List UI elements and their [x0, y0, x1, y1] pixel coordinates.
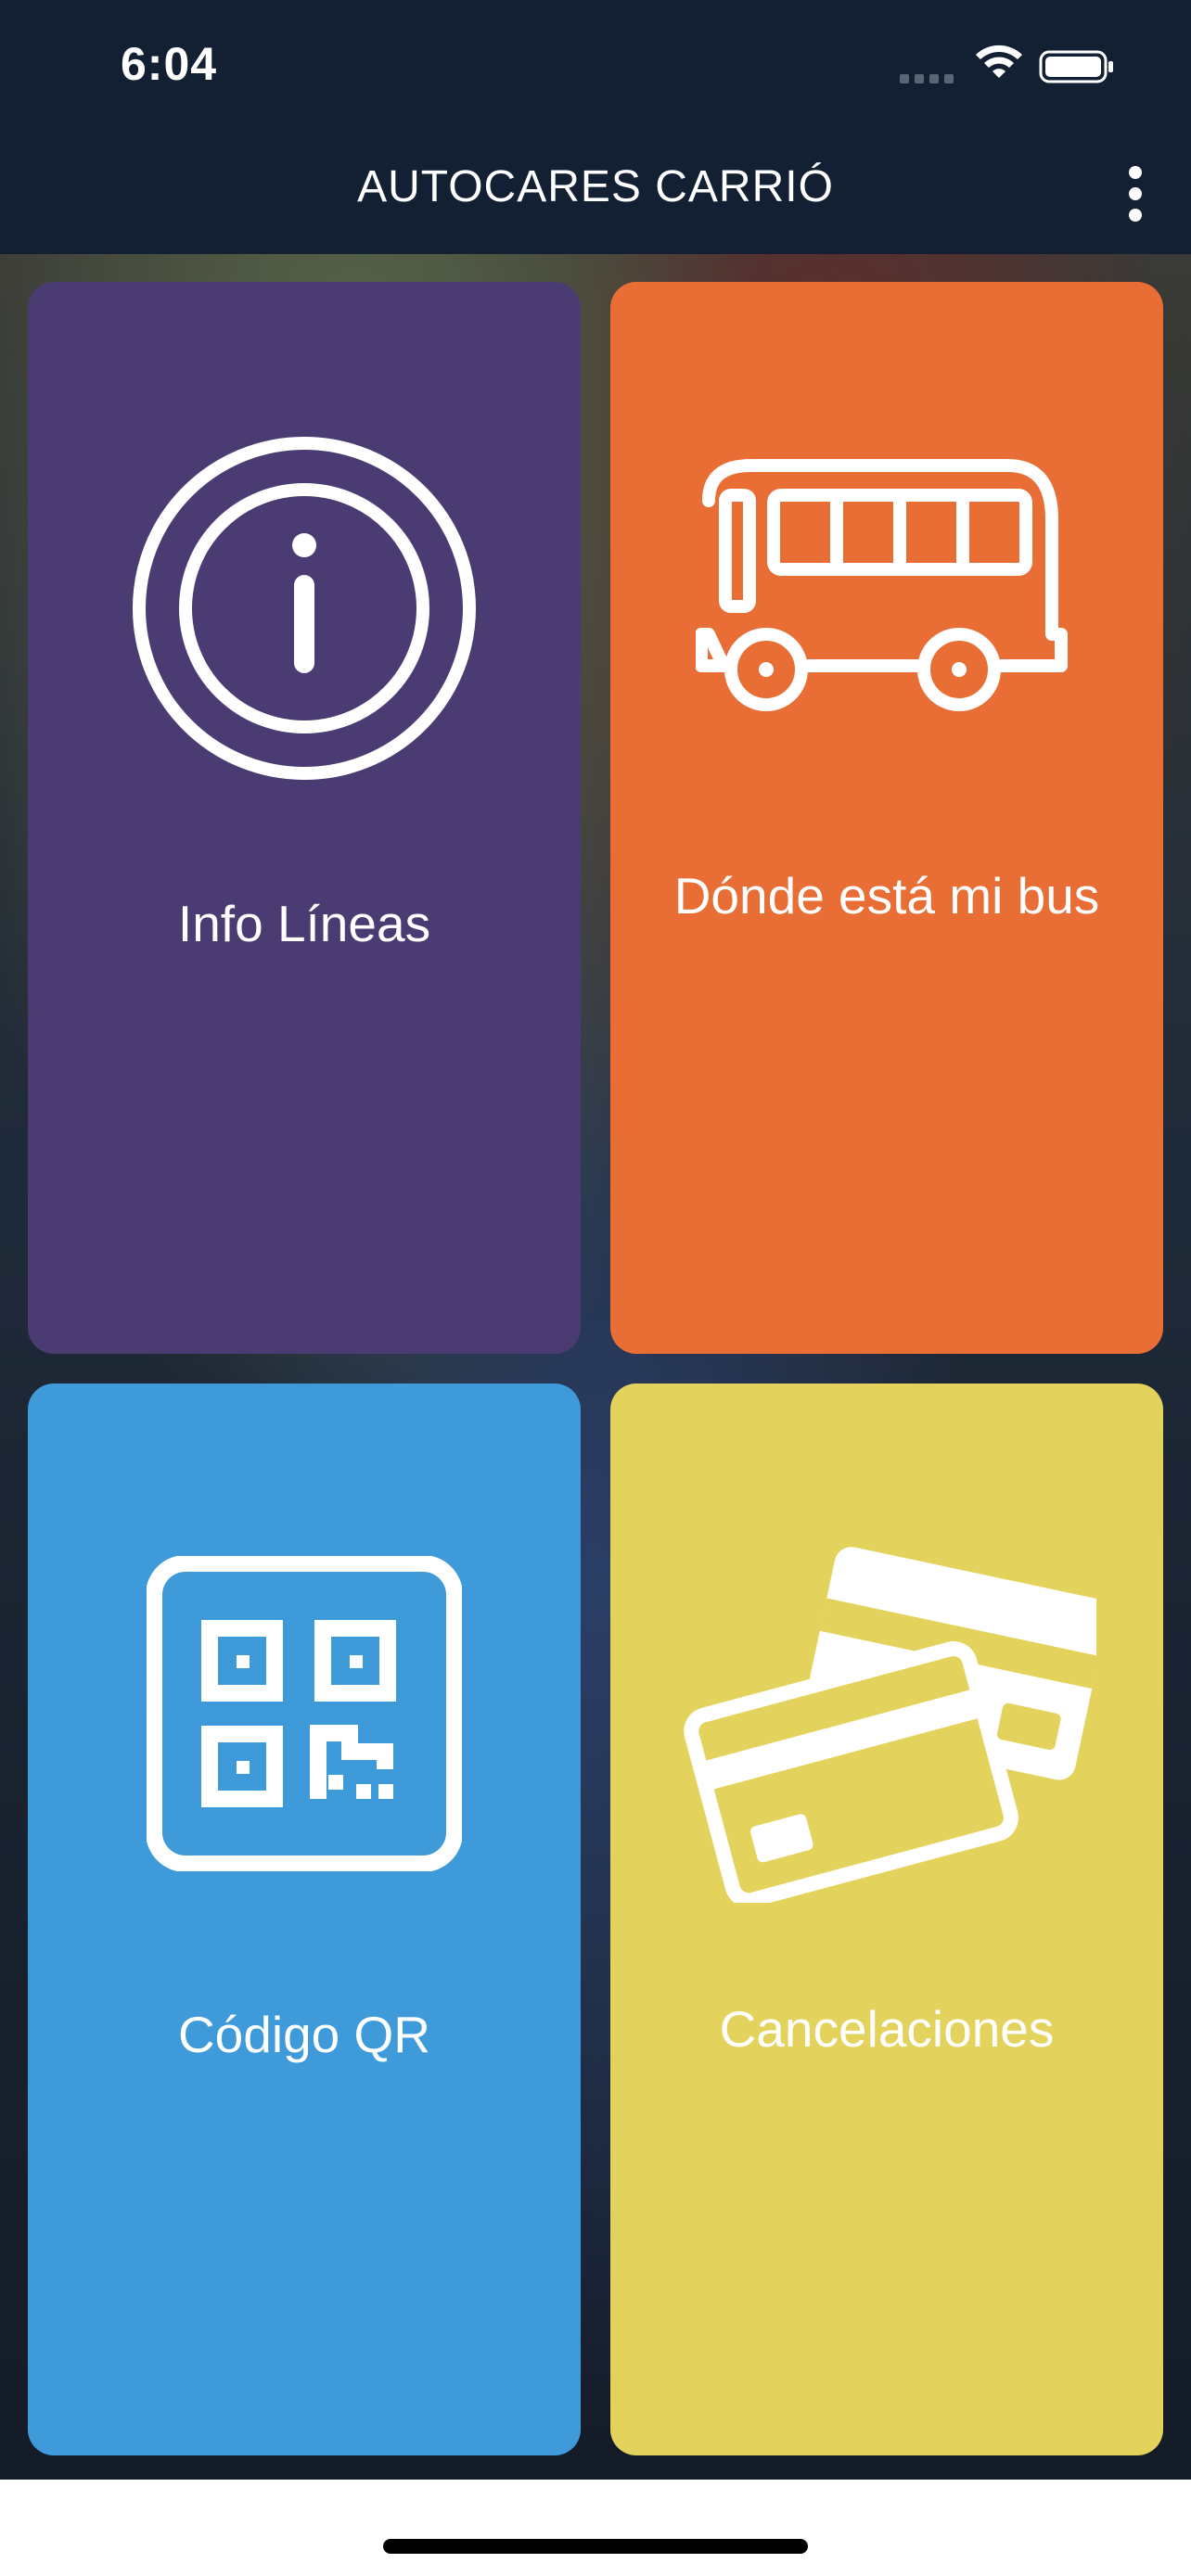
- cancelaciones-tile[interactable]: Cancelaciones: [610, 1384, 1163, 2455]
- status-bar: 6:04: [0, 0, 1191, 139]
- more-options-button[interactable]: [1108, 161, 1163, 226]
- qr-code-icon: [147, 1556, 462, 1871]
- donde-esta-mi-bus-tile[interactable]: Dónde está mi bus: [610, 282, 1163, 1354]
- tile-label: Código QR: [177, 2006, 431, 2063]
- bus-icon: [696, 459, 1068, 711]
- tile-label: Info Líneas: [177, 895, 431, 952]
- codigo-qr-tile[interactable]: Código QR: [28, 1384, 581, 2455]
- tile-label: Dónde está mi bus: [673, 867, 1100, 925]
- wifi-icon: [976, 45, 1022, 78]
- status-time: 6:04: [121, 38, 218, 90]
- tile-label: Cancelaciones: [719, 2000, 1055, 2058]
- app-title: AUTOCARES CARRIÓ: [357, 162, 834, 211]
- cellular-signal-icon: [900, 74, 957, 83]
- credit-cards-icon: [684, 1547, 1096, 1903]
- home-indicator[interactable]: [383, 2539, 808, 2554]
- battery-icon: [1039, 50, 1113, 83]
- dashboard-grid: Info Líneas Dónde está mi bus Código QR …: [0, 254, 1191, 2480]
- info-icon: [133, 437, 476, 780]
- app-bar: AUTOCARES CARRIÓ: [0, 139, 1191, 254]
- info-lineas-tile[interactable]: Info Líneas: [28, 282, 581, 1354]
- more-vertical-icon: [1129, 166, 1142, 179]
- home-indicator-area: [0, 2480, 1191, 2576]
